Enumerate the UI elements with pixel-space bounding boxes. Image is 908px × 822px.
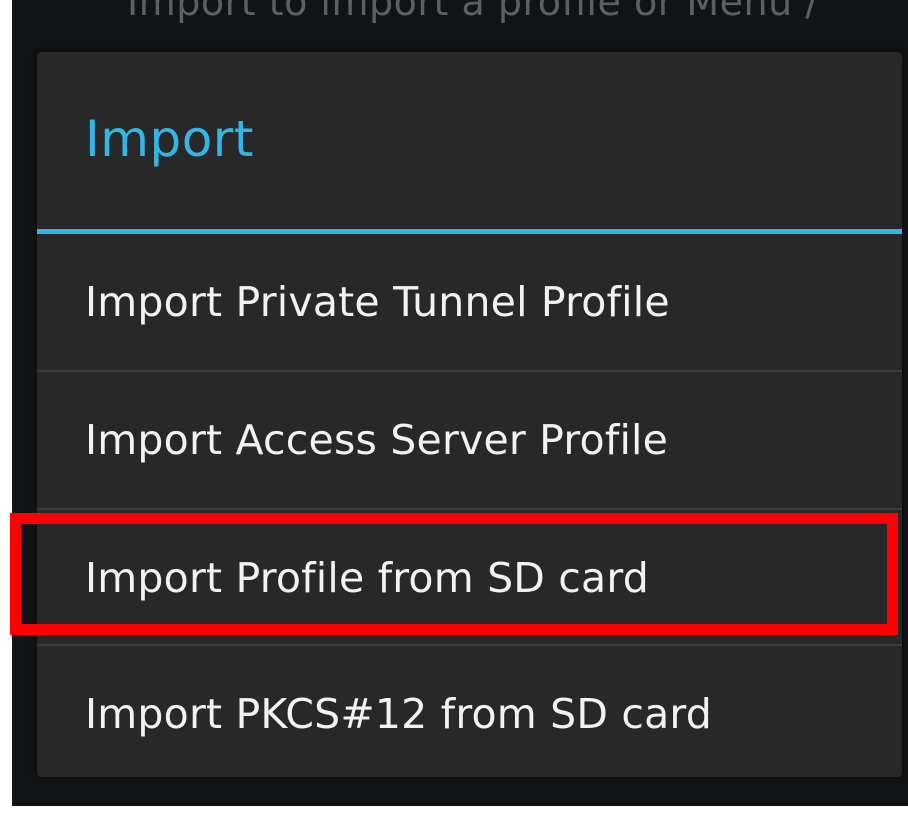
import-dialog: Import Import Private Tunnel Profile Imp… [37,52,902,777]
menu-item-import-pkcs12-from-sd-card[interactable]: Import PKCS#12 from SD card [37,646,902,782]
menu-item-import-access-server-profile[interactable]: Import Access Server Profile [37,372,902,508]
menu-item-import-profile-from-sd-card[interactable]: Import Profile from SD card [37,510,902,646]
menu-item-import-private-tunnel-profile[interactable]: Import Private Tunnel Profile [37,234,902,370]
background-hint-text: Import to import a profile or Menu / [127,0,819,24]
app-screen: Import to import a profile or Menu / Imp… [12,0,908,806]
dialog-title: Import [85,110,254,168]
